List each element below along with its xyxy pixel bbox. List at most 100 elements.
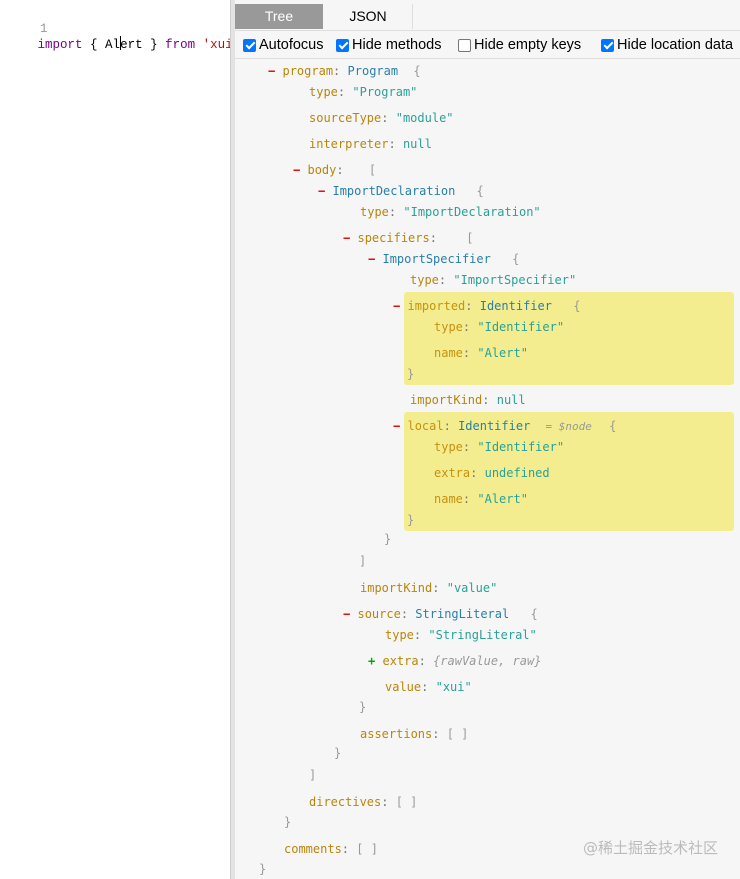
- node-type: Identifier: [458, 419, 531, 433]
- tree-key: importKind: [410, 393, 483, 407]
- tree-value: "value": [446, 581, 498, 595]
- colon: :: [336, 163, 344, 177]
- tree-key: type: [434, 440, 463, 454]
- colon: :: [432, 581, 440, 595]
- colon: :: [381, 795, 389, 809]
- option-label: Autofocus: [259, 37, 324, 53]
- tree-node-local[interactable]: − local: Identifier = $node {: [393, 419, 616, 433]
- tree-key: body: [307, 163, 337, 177]
- tree-value: "Program": [352, 85, 418, 99]
- tree-key: comments: [284, 842, 342, 856]
- option-autofocus[interactable]: Autofocus: [243, 37, 324, 53]
- tree-key: directives: [309, 795, 382, 809]
- node-type: StringLiteral: [415, 607, 510, 621]
- colon: :: [482, 393, 490, 407]
- tree-key: importKind: [360, 581, 433, 595]
- close-brace: }: [334, 746, 342, 760]
- colon: :: [462, 346, 471, 360]
- tree-value: null: [402, 137, 432, 151]
- collapse-toggle[interactable]: −: [293, 163, 300, 177]
- hide-empty-keys-checkbox[interactable]: [458, 38, 471, 52]
- option-hide-empty-keys[interactable]: Hide empty keys: [458, 37, 581, 53]
- tab-json[interactable]: JSON: [324, 4, 413, 29]
- tree-key: local: [407, 419, 444, 433]
- colon: :: [341, 842, 350, 856]
- tree-value: [ ]: [356, 842, 378, 856]
- tree-value: "StringLiteral": [428, 628, 537, 642]
- tree-node-program[interactable]: − program: Program {: [268, 64, 421, 78]
- tree-value: undefined: [484, 466, 550, 480]
- tree-key: name: [434, 492, 463, 506]
- close-brace: }: [384, 532, 392, 546]
- open-brace: {: [476, 184, 484, 198]
- tree-prop: comments: [ ]: [284, 842, 378, 856]
- tree-prop: type: "StringLiteral": [385, 628, 537, 642]
- close-brace: }: [407, 367, 415, 381]
- tree-value: "Identifier": [477, 440, 565, 454]
- expand-toggle[interactable]: +: [368, 654, 375, 668]
- collapse-toggle[interactable]: −: [343, 607, 350, 621]
- tab-tree[interactable]: Tree: [235, 4, 323, 29]
- colon: :: [400, 607, 409, 621]
- tree-prop: type: "ImportSpecifier": [410, 273, 576, 287]
- tree-prop: value: "xui": [385, 680, 472, 694]
- tree-key: interpreter: [309, 137, 389, 151]
- tree-prop: type: "Identifier": [434, 440, 564, 454]
- open-brace: {: [530, 607, 538, 621]
- hide-location-data-checkbox[interactable]: [601, 38, 614, 52]
- tree-value: [ ]: [446, 727, 469, 741]
- tree-key: extra: [382, 654, 419, 668]
- tree-key: program: [282, 64, 334, 78]
- tree-prop: importKind: null: [410, 393, 526, 407]
- colon: :: [381, 111, 389, 125]
- code-specifier-part1: { Al: [82, 38, 121, 52]
- tree-prop: extra: undefined: [434, 466, 550, 480]
- colon: :: [418, 654, 426, 668]
- tree-prop: type: "Program": [309, 85, 417, 99]
- node-annotation: = $node: [545, 420, 592, 433]
- open-brace: {: [413, 64, 421, 78]
- colon: :: [443, 419, 451, 433]
- code-specifier-part2: ert }: [120, 38, 166, 52]
- open-bracket: [: [466, 231, 474, 245]
- tree-value: "Alert": [477, 492, 528, 506]
- collapse-toggle[interactable]: −: [343, 231, 350, 245]
- keyword-from: from: [165, 38, 196, 52]
- tree-key: specifiers: [357, 231, 430, 245]
- tree-prop: assertions: [ ]: [360, 727, 468, 741]
- tree-prop: type: "ImportDeclaration": [360, 205, 541, 219]
- tree-node-specifiers[interactable]: − specifiers: [: [343, 231, 473, 245]
- close-bracket: ]: [359, 554, 367, 568]
- tree-key: sourceType: [309, 111, 382, 125]
- tree-node-source[interactable]: − source: StringLiteral {: [343, 607, 538, 621]
- ast-tree: − program: Program { type: "Program" sou…: [235, 0, 740, 879]
- tree-key: value: [385, 680, 422, 694]
- tree-prop: importKind: "value": [360, 581, 497, 595]
- tree-node-body[interactable]: − body: [: [293, 163, 376, 177]
- collapse-toggle[interactable]: −: [393, 299, 400, 313]
- view-tabs: Tree JSON: [235, 4, 740, 31]
- hide-methods-checkbox[interactable]: [336, 38, 349, 52]
- option-hide-methods[interactable]: Hide methods: [336, 37, 441, 53]
- tree-node-extra[interactable]: + extra: {rawValue, raw}: [368, 654, 541, 668]
- tree-node-importspecifier[interactable]: − ImportSpecifier {: [368, 252, 519, 266]
- close-brace: }: [407, 513, 415, 527]
- colon: :: [421, 680, 429, 694]
- colon: :: [429, 231, 437, 245]
- tree-node-imported[interactable]: − imported: Identifier {: [393, 299, 580, 313]
- autofocus-checkbox[interactable]: [243, 38, 256, 52]
- option-hide-location-data[interactable]: Hide location data: [601, 37, 733, 53]
- code-line[interactable]: 1 import { Alert } from 'xui': [0, 8, 241, 66]
- collapse-toggle[interactable]: −: [318, 184, 325, 198]
- collapse-toggle[interactable]: −: [368, 252, 375, 266]
- collapse-toggle[interactable]: −: [393, 419, 400, 433]
- tree-prop: sourceType: "module": [309, 111, 454, 125]
- colon: :: [470, 466, 478, 480]
- colon: :: [388, 205, 397, 219]
- close-bracket: ]: [309, 768, 317, 782]
- collapse-toggle[interactable]: −: [268, 64, 275, 78]
- open-brace: {: [512, 252, 520, 266]
- tree-key: extra: [434, 466, 471, 480]
- tree-node-importdeclaration[interactable]: − ImportDeclaration {: [318, 184, 484, 198]
- code-editor[interactable]: 1 import { Alert } from 'xui': [0, 0, 240, 879]
